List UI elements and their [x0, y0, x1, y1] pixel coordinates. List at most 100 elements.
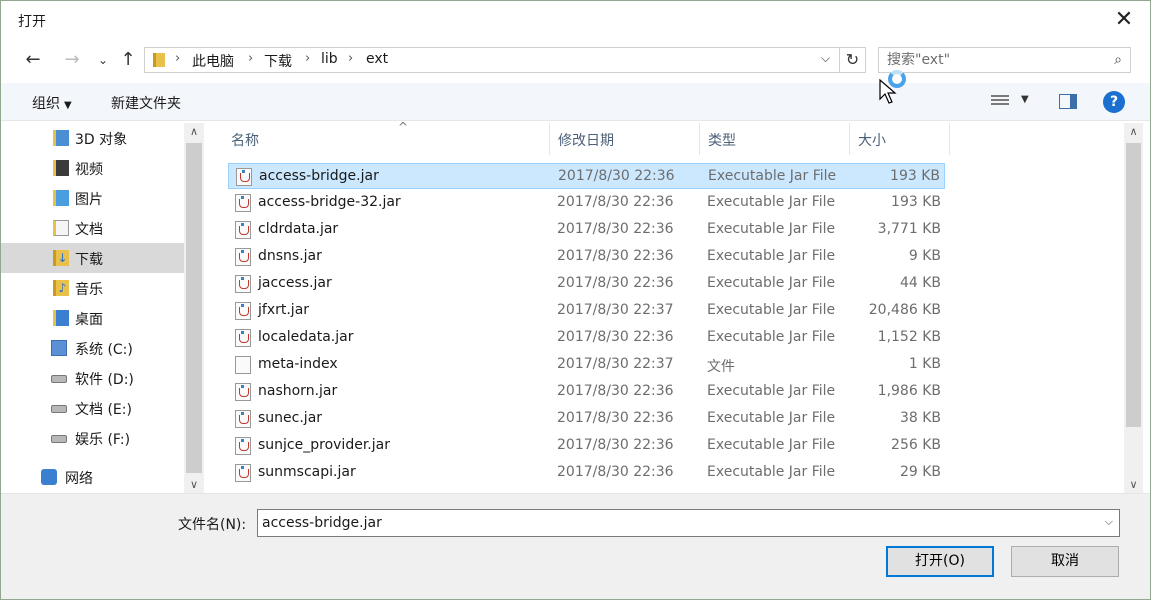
breadcrumb-this-pc[interactable]: 此电脑 — [192, 51, 234, 71]
view-options-caret-icon[interactable]: ▼ — [1021, 94, 1029, 105]
sidebar-item-label: 系统 (C:) — [75, 342, 133, 358]
breadcrumb-chevron-icon[interactable]: › — [305, 51, 310, 66]
file-date: 2017/8/30 22:37 — [557, 356, 674, 372]
scroll-down-icon[interactable]: ∨ — [1124, 478, 1143, 491]
file-name: jaccess.jar — [258, 275, 332, 291]
column-header-date[interactable]: 修改日期 — [550, 123, 700, 155]
scrollbar-thumb[interactable] — [186, 143, 202, 473]
sidebar-item-music[interactable]: ♪ 音乐 — [1, 273, 184, 303]
jar-file-icon — [235, 194, 251, 212]
file-size: 44 KB — [899, 275, 941, 291]
table-row[interactable]: cldrdata.jar 2017/8/30 22:36 Executable … — [228, 217, 945, 243]
file-list-scrollbar[interactable]: ∧ ∨ — [1124, 123, 1143, 493]
file-date: 2017/8/30 22:36 — [557, 383, 674, 399]
close-icon[interactable]: ✕ — [1111, 7, 1137, 33]
system-drive-icon — [51, 340, 67, 356]
open-button[interactable]: 打开(O) — [886, 546, 994, 577]
dialog-footer: 文件名(N): ⌵ 打开(O) 取消 — [1, 493, 1150, 599]
jar-file-icon — [235, 437, 251, 455]
cancel-button[interactable]: 取消 — [1011, 546, 1119, 577]
file-size: 29 KB — [899, 464, 941, 480]
sidebar-item-label: 软件 (D:) — [75, 372, 134, 388]
open-file-dialog: 打开 ✕ ← → ⌄ ↑ › 此电脑 › 下载 › lib › ext ⌵ ↻ … — [0, 0, 1151, 600]
chevron-down-icon[interactable]: ⌵ — [1105, 515, 1113, 529]
breadcrumb-downloads[interactable]: 下载 — [264, 51, 292, 71]
table-row[interactable]: nashorn.jar 2017/8/30 22:36 Executable J… — [228, 379, 945, 405]
search-input[interactable] — [887, 51, 1097, 69]
table-row[interactable]: sunec.jar 2017/8/30 22:36 Executable Jar… — [228, 406, 945, 432]
table-row[interactable]: localedata.jar 2017/8/30 22:36 Executabl… — [228, 325, 945, 351]
table-row[interactable]: jfxrt.jar 2017/8/30 22:37 Executable Jar… — [228, 298, 945, 324]
filename-input[interactable] — [262, 514, 1092, 532]
table-row[interactable]: meta-index 2017/8/30 22:37 文件 1 KB — [228, 352, 945, 378]
file-date: 2017/8/30 22:36 — [557, 464, 674, 480]
breadcrumb-chevron-icon[interactable]: › — [348, 51, 353, 66]
search-icon[interactable]: ⌕ — [1114, 52, 1122, 68]
address-dropdown-chevron-icon[interactable]: ⌵ — [821, 51, 830, 66]
column-header-label: 修改日期 — [558, 133, 614, 149]
table-row[interactable]: access-bridge.jar 2017/8/30 22:36 Execut… — [228, 163, 945, 189]
sidebar-item-3d-objects[interactable]: 3D 对象 — [1, 123, 184, 153]
sidebar-item-drive-c[interactable]: 系统 (C:) — [1, 333, 184, 363]
organize-menu[interactable]: 组织 ▼ — [32, 93, 72, 113]
breadcrumb-chevron-icon[interactable]: › — [175, 51, 180, 66]
sidebar-scrollbar[interactable]: ∧ ∨ — [184, 123, 204, 493]
file-date: 2017/8/30 22:36 — [557, 410, 674, 426]
breadcrumb-chevron-icon[interactable]: › — [248, 51, 253, 66]
sidebar-item-drive-f[interactable]: 娱乐 (F:) — [1, 423, 184, 453]
sidebar-item-network[interactable]: 网络 — [1, 462, 184, 492]
sidebar-item-downloads[interactable]: ↓ 下载 — [1, 243, 184, 273]
sidebar-item-label: 视频 — [75, 162, 103, 178]
recent-locations-chevron-icon[interactable]: ⌄ — [92, 49, 114, 71]
sidebar-item-label: 音乐 — [75, 282, 103, 298]
sidebar-item-documents[interactable]: 文档 — [1, 213, 184, 243]
file-date: 2017/8/30 22:37 — [557, 302, 674, 318]
file-type: Executable Jar File — [707, 221, 836, 237]
sidebar-item-drive-d[interactable]: 软件 (D:) — [1, 363, 184, 393]
column-header-type[interactable]: 类型 — [700, 123, 850, 155]
scroll-up-icon[interactable]: ∧ — [1124, 125, 1143, 138]
column-header-label: 类型 — [708, 133, 736, 149]
table-row[interactable]: sunmscapi.jar 2017/8/30 22:36 Executable… — [228, 460, 945, 486]
filename-combobox[interactable]: ⌵ — [257, 509, 1120, 537]
table-row[interactable]: dnsns.jar 2017/8/30 22:36 Executable Jar… — [228, 244, 945, 270]
file-type: Executable Jar File — [707, 248, 836, 264]
scroll-down-icon[interactable]: ∨ — [184, 478, 204, 491]
sidebar-item-videos[interactable]: 视频 — [1, 153, 184, 183]
table-row[interactable]: sunjce_provider.jar 2017/8/30 22:36 Exec… — [228, 433, 945, 459]
file-size: 1,152 KB — [877, 329, 941, 345]
view-details-icon[interactable] — [991, 95, 1009, 109]
sidebar-item-pictures[interactable]: 图片 — [1, 183, 184, 213]
new-folder-button[interactable]: 新建文件夹 — [111, 93, 181, 113]
jar-file-icon — [235, 329, 251, 347]
help-icon[interactable]: ? — [1103, 91, 1125, 113]
address-bar[interactable]: › 此电脑 › 下载 › lib › ext ⌵ — [144, 47, 840, 73]
file-size: 3,771 KB — [877, 221, 941, 237]
forward-arrow-icon[interactable]: → — [61, 49, 83, 71]
column-header-size[interactable]: 大小 — [850, 123, 950, 155]
file-name: access-bridge.jar — [259, 168, 379, 184]
file-size: 193 KB — [890, 168, 940, 184]
search-box[interactable]: ⌕ — [878, 47, 1131, 73]
up-arrow-icon[interactable]: ↑ — [117, 49, 139, 71]
video-folder-icon — [53, 160, 69, 176]
back-arrow-icon[interactable]: ← — [22, 49, 44, 71]
scroll-up-icon[interactable]: ∧ — [184, 125, 204, 138]
generic-file-icon — [235, 356, 251, 374]
file-type: Executable Jar File — [707, 464, 836, 480]
breadcrumb-lib[interactable]: lib — [321, 51, 338, 67]
file-size: 193 KB — [891, 194, 941, 210]
table-row[interactable]: jaccess.jar 2017/8/30 22:36 Executable J… — [228, 271, 945, 297]
file-size: 20,486 KB — [868, 302, 941, 318]
jar-file-icon — [236, 168, 252, 186]
column-header-name[interactable]: 名称 ^ — [223, 120, 550, 155]
table-row[interactable]: access-bridge-32.jar 2017/8/30 22:36 Exe… — [228, 190, 945, 216]
sidebar-item-desktop[interactable]: 桌面 — [1, 303, 184, 333]
file-name: access-bridge-32.jar — [258, 194, 401, 210]
sidebar-item-drive-e[interactable]: 文档 (E:) — [1, 393, 184, 423]
preview-pane-icon[interactable] — [1059, 94, 1077, 109]
scrollbar-thumb[interactable] — [1126, 143, 1141, 427]
breadcrumb-ext[interactable]: ext — [366, 51, 388, 67]
refresh-icon[interactable]: ↻ — [840, 47, 866, 73]
3d-objects-icon — [53, 130, 69, 146]
